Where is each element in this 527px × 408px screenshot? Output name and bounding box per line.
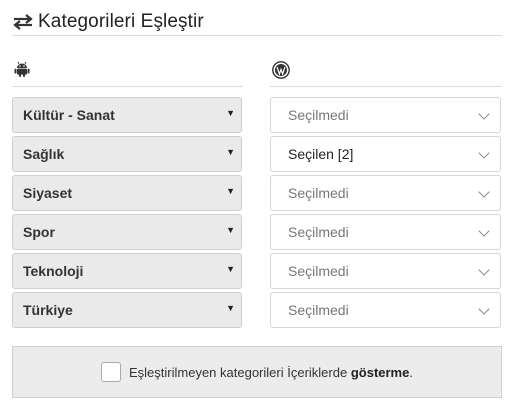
category-label: Sağlık bbox=[23, 146, 65, 162]
label-emphasis: gösterme bbox=[350, 364, 410, 380]
mapping-value: Seçilmedi bbox=[288, 302, 349, 318]
wordpress-category-select[interactable]: Seçilmedi bbox=[270, 253, 501, 289]
label-text: Eşleştirilmeyen kategorileri İçeriklerde bbox=[129, 364, 348, 380]
wordpress-column-header bbox=[270, 58, 502, 87]
wordpress-category-select[interactable]: Seçilmedi bbox=[270, 97, 501, 133]
page-title: Kategorileri Eşleştir bbox=[38, 10, 204, 32]
chevron-down-icon bbox=[478, 186, 490, 198]
mapping-value: Seçilmedi bbox=[288, 263, 349, 279]
mapping-value: Seçilmedi bbox=[288, 224, 349, 240]
wordpress-category-select[interactable]: Seçilen [2] bbox=[270, 136, 501, 172]
chevron-down-icon bbox=[478, 108, 490, 120]
mapping-value: Seçilmedi bbox=[288, 185, 349, 201]
wordpress-icon bbox=[272, 61, 290, 84]
android-category-select[interactable]: Türkiye ▼ bbox=[12, 292, 242, 328]
caret-down-icon: ▼ bbox=[226, 147, 235, 157]
android-category-select[interactable]: Sağlık ▼ bbox=[12, 136, 242, 172]
android-icon bbox=[14, 61, 30, 82]
caret-down-icon: ▼ bbox=[226, 303, 235, 313]
wordpress-category-select[interactable]: Seçilmedi bbox=[270, 175, 501, 211]
label-end: . bbox=[409, 364, 413, 380]
chevron-down-icon bbox=[478, 303, 490, 315]
page-header: Kategorileri Eşleştir bbox=[12, 8, 502, 36]
wordpress-category-select[interactable]: Seçilmedi bbox=[270, 292, 501, 328]
android-category-select[interactable]: Teknoloji ▼ bbox=[12, 253, 242, 289]
chevron-down-icon bbox=[478, 264, 490, 276]
android-category-select[interactable]: Siyaset ▼ bbox=[12, 175, 242, 211]
swap-arrows-icon bbox=[12, 13, 34, 30]
mapping-value: Seçilmedi bbox=[288, 107, 349, 123]
category-label: Türkiye bbox=[23, 302, 73, 318]
category-label: Teknoloji bbox=[23, 263, 84, 279]
hide-unmapped-label: Eşleştirilmeyen kategorileri İçeriklerde… bbox=[129, 365, 413, 380]
chevron-down-icon bbox=[478, 225, 490, 237]
hide-unmapped-checkbox[interactable] bbox=[101, 362, 121, 382]
chevron-down-icon bbox=[478, 147, 490, 159]
caret-down-icon: ▼ bbox=[226, 186, 235, 196]
android-column-header bbox=[12, 58, 243, 87]
caret-down-icon: ▼ bbox=[226, 264, 235, 274]
category-label: Kültür - Sanat bbox=[23, 107, 115, 123]
wordpress-category-select[interactable]: Seçilmedi bbox=[270, 214, 501, 250]
android-category-select[interactable]: Spor ▼ bbox=[12, 214, 242, 250]
hide-unmapped-option: Eşleştirilmeyen kategorileri İçeriklerde… bbox=[12, 346, 502, 398]
category-label: Spor bbox=[23, 224, 55, 240]
android-category-select[interactable]: Kültür - Sanat ▼ bbox=[12, 97, 242, 133]
caret-down-icon: ▼ bbox=[226, 225, 235, 235]
caret-down-icon: ▼ bbox=[226, 108, 235, 118]
mapping-value: Seçilen [2] bbox=[288, 146, 354, 162]
category-label: Siyaset bbox=[23, 185, 73, 201]
